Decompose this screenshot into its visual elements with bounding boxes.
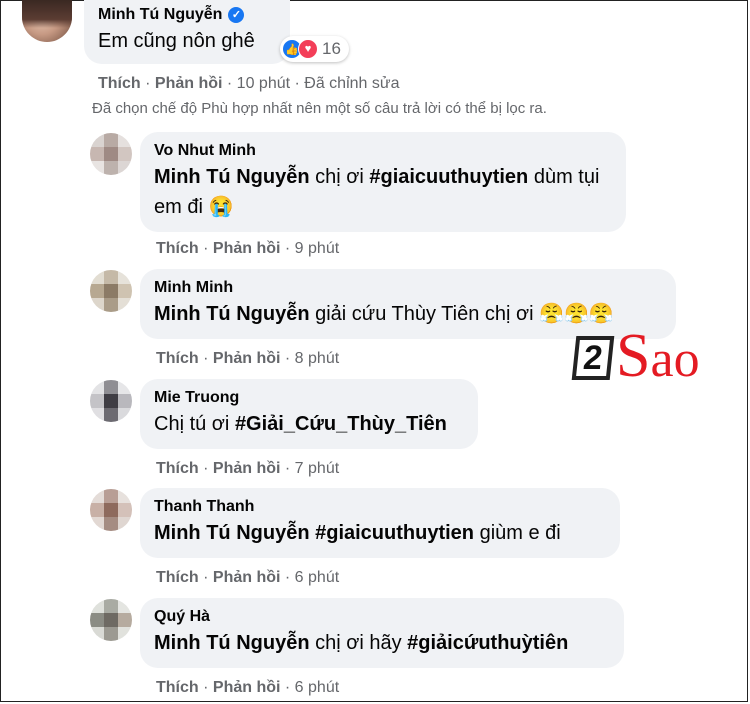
reply-text: chị ơi hãy xyxy=(315,632,402,654)
reply-bubble: Mie Truong Chị tú ơi #Giải_Cứu_Thùy_Tiên xyxy=(140,379,478,449)
avatar[interactable] xyxy=(90,599,132,641)
mention-link[interactable]: Minh Tú Nguyễn xyxy=(154,303,310,325)
avatar[interactable] xyxy=(90,489,132,531)
comment-bubble: Minh Tú Nguyễn ✓ Em cũng nôn ghê xyxy=(84,0,290,64)
like-button[interactable]: Thích xyxy=(156,460,199,477)
hashtag-link[interactable]: #giaicuuthuytien xyxy=(315,522,474,544)
reply-text: dùm tụi xyxy=(533,166,600,188)
like-button[interactable]: Thích xyxy=(156,569,199,586)
comment-text: Em cũng nôn ghê xyxy=(98,30,255,52)
comment-author[interactable]: Minh Tú Nguyễn xyxy=(98,4,222,26)
avatar[interactable] xyxy=(90,270,132,312)
reply-author[interactable]: Mie Truong xyxy=(154,387,466,409)
like-button[interactable]: Thích xyxy=(156,240,199,257)
watermark-box: 2 xyxy=(571,336,615,380)
reply-button[interactable]: Phản hồi xyxy=(213,460,281,477)
reply-actions: Thích · Phản hồi · 6 phút xyxy=(156,569,340,586)
edited-label: Đã chỉnh sửa xyxy=(304,75,400,92)
comment-time[interactable]: 10 phút xyxy=(237,75,290,92)
like-button[interactable]: Thích xyxy=(156,679,199,696)
reply-time[interactable]: 6 phút xyxy=(295,679,339,696)
reply-time[interactable]: 7 phút xyxy=(295,460,339,477)
reply-author[interactable]: Vo Nhut Minh xyxy=(154,140,614,162)
hashtag-link[interactable]: #Giải_Cứu_Thùy_Tiên xyxy=(235,413,447,435)
watermark-letter: S xyxy=(616,322,651,390)
like-button[interactable]: Thích xyxy=(156,350,199,367)
reply-actions: Thích · Phản hồi · 7 phút xyxy=(156,460,340,477)
reply-button[interactable]: Phản hồi xyxy=(213,569,281,586)
reply-button[interactable]: Phản hồi xyxy=(213,679,281,696)
filter-notice: Đã chọn chế độ Phù hợp nhất nên một số c… xyxy=(92,100,547,117)
like-button[interactable]: Thích xyxy=(98,75,141,92)
reply-actions: Thích · Phản hồi · 9 phút xyxy=(156,240,340,257)
reply-author[interactable]: Thanh Thanh xyxy=(154,496,608,518)
reply-time[interactable]: 6 phút xyxy=(295,569,339,586)
reply-button[interactable]: Phản hồi xyxy=(155,75,223,92)
reply-bubble: Thanh Thanh Minh Tú Nguyễn #giaicuuthuyt… xyxy=(140,488,620,558)
reply-text: chị ơi xyxy=(315,166,364,188)
reply-time[interactable]: 9 phút xyxy=(295,240,339,257)
reply-actions: Thích · Phản hồi · 8 phút xyxy=(156,350,340,367)
reply-text: giùm e đi xyxy=(479,522,561,544)
reply-bubble: Minh Minh Minh Tú Nguyễn giải cứu Thùy T… xyxy=(140,269,676,339)
mention-link[interactable]: Minh Tú Nguyễn xyxy=(154,166,310,188)
reaction-summary[interactable]: 👍 ♥ 16 xyxy=(280,36,349,62)
comment-actions: Thích · Phản hồi · 10 phút · Đã chỉnh sử… xyxy=(98,75,400,92)
reply-actions: Thích · Phản hồi · 6 phút xyxy=(156,679,340,696)
reply-text: giải cứu Thùy Tiên chị ơi 😤😤😤 xyxy=(315,303,614,325)
reply-bubble: Vo Nhut Minh Minh Tú Nguyễn chị ơi #giai… xyxy=(140,132,626,232)
reply-author[interactable]: Quý Hà xyxy=(154,606,612,628)
mention-link[interactable]: Minh Tú Nguyễn xyxy=(154,632,310,654)
reply-author[interactable]: Minh Minh xyxy=(154,277,664,299)
reply-button[interactable]: Phản hồi xyxy=(213,240,281,257)
verified-check-icon: ✓ xyxy=(228,7,245,23)
reaction-count: 16 xyxy=(322,39,341,58)
watermark-text: ao xyxy=(650,331,700,388)
reply-button[interactable]: Phản hồi xyxy=(213,350,281,367)
reply-time[interactable]: 8 phút xyxy=(295,350,339,367)
hashtag-link[interactable]: #giảicứuthuỳtiên xyxy=(407,632,568,654)
avatar[interactable] xyxy=(90,380,132,422)
reply-text: Chị tú ơi xyxy=(154,413,230,435)
reply-text: em đi 😭 xyxy=(154,196,234,218)
hashtag-link[interactable]: #giaicuuthuytien xyxy=(369,166,528,188)
2sao-watermark-logo: 2 Sao xyxy=(571,325,700,388)
mention-link[interactable]: Minh Tú Nguyễn xyxy=(154,522,310,544)
reply-bubble: Quý Hà Minh Tú Nguyễn chị ơi hãy #giảicứ… xyxy=(140,598,624,668)
heart-icon: ♥ xyxy=(298,39,318,59)
avatar[interactable] xyxy=(90,133,132,175)
